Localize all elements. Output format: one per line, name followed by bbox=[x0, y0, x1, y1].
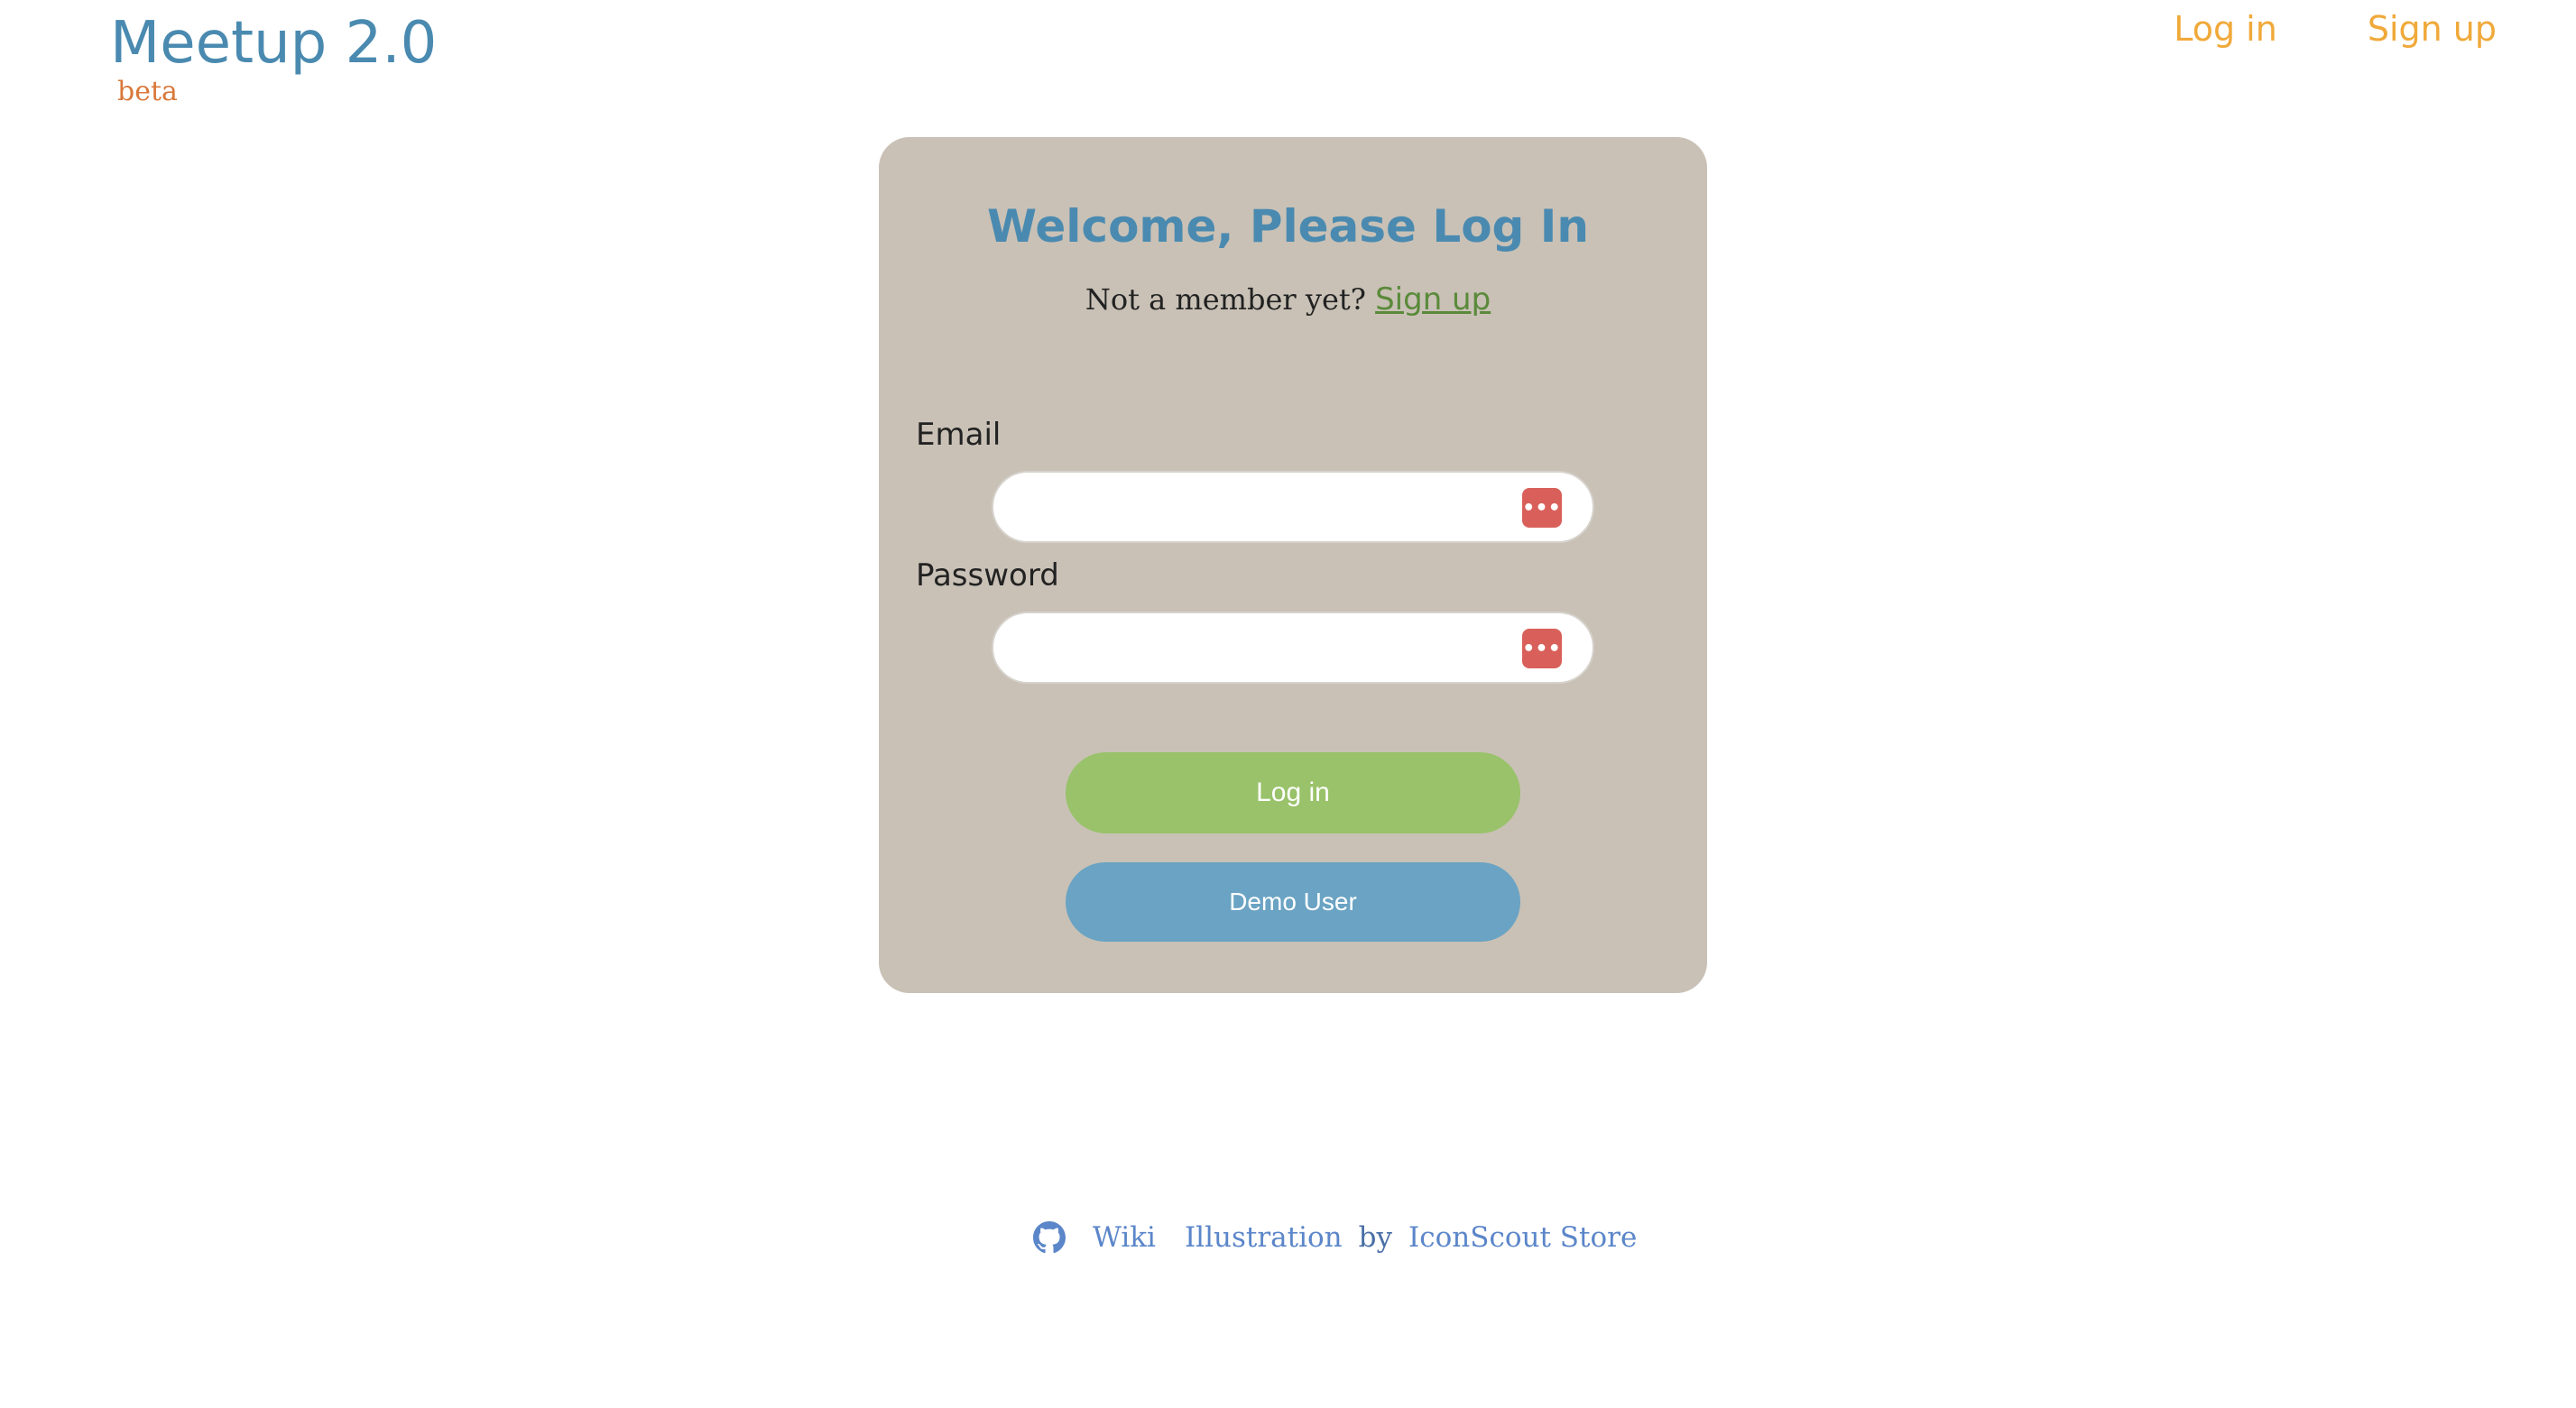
by-text: by bbox=[1358, 1221, 1393, 1254]
email-label: Email bbox=[916, 417, 1002, 453]
password-field[interactable] bbox=[992, 612, 1594, 684]
github-icon[interactable] bbox=[1033, 1221, 1066, 1254]
illustration-link[interactable]: Illustration bbox=[1185, 1221, 1343, 1254]
password-manager-icon[interactable]: ••• bbox=[1522, 488, 1562, 528]
password-manager-icon[interactable]: ••• bbox=[1522, 629, 1562, 668]
signup-prompt-line: Not a member yet? Sign up bbox=[0, 281, 2576, 317]
nav-signup-link[interactable]: Sign up bbox=[2368, 7, 2497, 51]
login-button[interactable]: Log in bbox=[1066, 752, 1520, 833]
signup-prompt-text: Not a member yet? bbox=[1085, 282, 1366, 317]
top-nav: Log in Sign up bbox=[2174, 7, 2497, 51]
nav-login-link[interactable]: Log in bbox=[2174, 7, 2277, 51]
page: Meetup 2.0 beta Log in Sign up Welcome, … bbox=[0, 0, 2576, 1408]
iconscout-store-link[interactable]: IconScout Store bbox=[1408, 1221, 1637, 1254]
brand: Meetup 2.0 beta bbox=[110, 4, 437, 107]
demo-user-button[interactable]: Demo User bbox=[1066, 862, 1520, 942]
login-title: Welcome, Please Log In bbox=[987, 200, 1589, 253]
wiki-link[interactable]: Wiki bbox=[1093, 1221, 1156, 1254]
signup-link[interactable]: Sign up bbox=[1375, 281, 1491, 317]
brand-title-link[interactable]: Meetup 2.0 bbox=[110, 4, 437, 83]
footer: Wiki Illustration by IconScout Store bbox=[1033, 1221, 1637, 1254]
beta-badge: beta bbox=[117, 76, 178, 107]
email-field[interactable] bbox=[992, 471, 1594, 543]
password-label: Password bbox=[916, 557, 1059, 594]
github-icon-svg bbox=[1033, 1221, 1066, 1254]
